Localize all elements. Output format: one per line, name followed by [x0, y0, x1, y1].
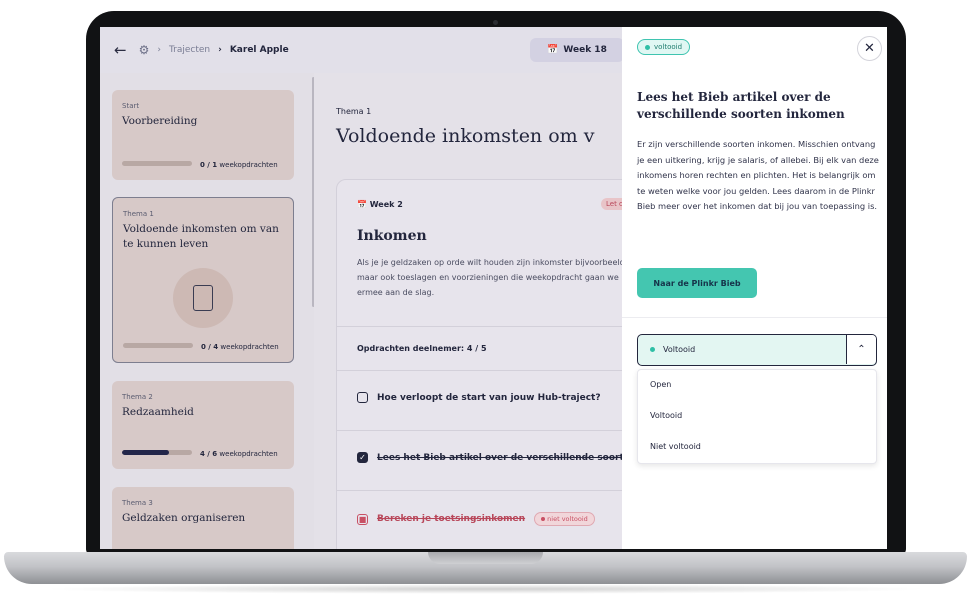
breadcrumb-separator-icon: ›	[218, 45, 222, 55]
close-button[interactable]: ✕	[857, 36, 882, 61]
card-title: Geldzaken organiseren	[122, 512, 246, 524]
back-arrow-icon[interactable]: ←	[114, 41, 127, 59]
page-title: Voldoende inkomsten om v	[336, 125, 595, 147]
progress-bar	[123, 343, 193, 348]
laptop-shadow	[40, 584, 931, 594]
task-item[interactable]: ■ Bereken je toetsingsinkomen niet volto…	[357, 512, 657, 526]
checkbox-failed-icon[interactable]: ■	[357, 513, 368, 525]
detail-panel: voltooid ✕ Lees het Bieb artikel over de…	[622, 27, 887, 549]
breadcrumb-item-current: Karel Apple	[229, 45, 289, 55]
card-subtitle: Start	[122, 102, 140, 110]
status-dot-icon	[650, 347, 655, 352]
chevron-up-icon[interactable]: ⌃	[846, 335, 876, 364]
status-option-open[interactable]: Open	[650, 380, 671, 389]
divider	[337, 370, 657, 371]
calendar-icon: 📅	[547, 45, 559, 55]
status-pill: voltooid	[637, 39, 691, 55]
progress-label: 0 / 4 weekopdrachten	[201, 343, 279, 351]
status-select-menu: Open Voltooid Niet voltooid	[637, 369, 877, 464]
task-label: Hoe verloopt de start van jouw Hub-traje…	[377, 392, 601, 403]
task-item[interactable]: Hoe verloopt de start van jouw Hub-traje…	[357, 392, 657, 403]
task-label: Lees het Bieb artikel over de verschille…	[377, 452, 624, 463]
divider	[622, 317, 887, 318]
laptop-camera	[493, 20, 498, 25]
week-card: 📅 Week 2 Let o Inkomen Als je je geldzak…	[336, 179, 657, 549]
sidebar-card-thema-1[interactable]: Thema 1 Voldoende inkomsten om van te ku…	[112, 197, 294, 363]
panel-description: Er zijn verschillende soorten inkomen. M…	[637, 139, 879, 211]
card-title: Redzaamheid	[122, 406, 194, 418]
progress-label: 0 / 1 weekopdrachten	[200, 161, 278, 169]
week-label: Week 18	[563, 45, 607, 55]
progress-bar	[122, 450, 192, 455]
settings-icon[interactable]: ⚙	[139, 43, 150, 57]
divider	[337, 326, 657, 327]
week-selector-button[interactable]: 📅 Week 18	[530, 38, 624, 62]
card-title: Voorbereiding	[122, 115, 198, 127]
breadcrumb-item-trajecten[interactable]: Trajecten	[169, 45, 210, 55]
sidebar-card-thema-2[interactable]: Thema 2 Redzaamheid 4 / 6 weekopdrachten	[112, 381, 294, 469]
card-subtitle: Thema 1	[123, 210, 154, 218]
task-item[interactable]: ✓ Lees het Bieb artikel over de verschil…	[357, 452, 657, 463]
week-card-description: Als je je geldzaken op orde wilt houden …	[357, 258, 628, 297]
card-title: Voldoende inkomsten om van te kunnen lev…	[123, 223, 279, 250]
thema-label: Thema 1	[336, 107, 372, 116]
status-option-niet-voltooid[interactable]: Niet voltooid	[650, 442, 701, 451]
task-label: Bereken je toetsingsinkomen	[377, 514, 526, 524]
status-option-voltooid[interactable]: Voltooid	[650, 411, 682, 420]
card-subtitle: Thema 2	[122, 393, 153, 401]
week-card-week: 📅 Week 2	[357, 200, 403, 209]
checkbox-empty-icon[interactable]	[357, 392, 368, 403]
close-icon: ✕	[864, 41, 875, 56]
naar-bieb-button[interactable]: Naar de Plinkr Bieb	[637, 268, 757, 298]
jar-illustration-icon	[173, 268, 233, 328]
laptop-screen: ← ⚙ › Trajecten › Karel Apple 📅 Week 18 …	[100, 27, 887, 549]
opdrachten-label: Opdrachten deelnemer: 4 / 5	[357, 344, 487, 353]
status-dot-icon	[645, 44, 650, 50]
calendar-icon: 📅	[357, 200, 367, 209]
divider	[337, 490, 657, 491]
progress-bar	[122, 161, 192, 166]
checkbox-checked-icon[interactable]: ✓	[357, 452, 368, 463]
week-card-title: Inkomen	[357, 228, 427, 244]
laptop-notch	[428, 552, 543, 564]
sidebar: Start Voorbereiding 0 / 1 weekopdrachten…	[100, 73, 314, 549]
sidebar-card-thema-3[interactable]: Thema 3 Geldzaken organiseren	[112, 487, 294, 549]
status-badge: niet voltooid	[534, 512, 595, 526]
divider	[337, 430, 657, 431]
breadcrumb-separator-icon: ›	[157, 45, 161, 55]
card-subtitle: Thema 3	[122, 499, 153, 507]
main-content: Thema 1 Voldoende inkomsten om v 📅 Week …	[314, 73, 657, 549]
status-select-value: Voltooid	[650, 335, 695, 364]
sidebar-card-start[interactable]: Start Voorbereiding 0 / 1 weekopdrachten	[112, 90, 294, 180]
panel-title: Lees het Bieb artikel over de verschille…	[637, 90, 845, 121]
progress-fill	[122, 450, 169, 455]
status-select[interactable]: Voltooid ⌃	[637, 334, 877, 366]
progress-label: 4 / 6 weekopdrachten	[200, 450, 278, 458]
